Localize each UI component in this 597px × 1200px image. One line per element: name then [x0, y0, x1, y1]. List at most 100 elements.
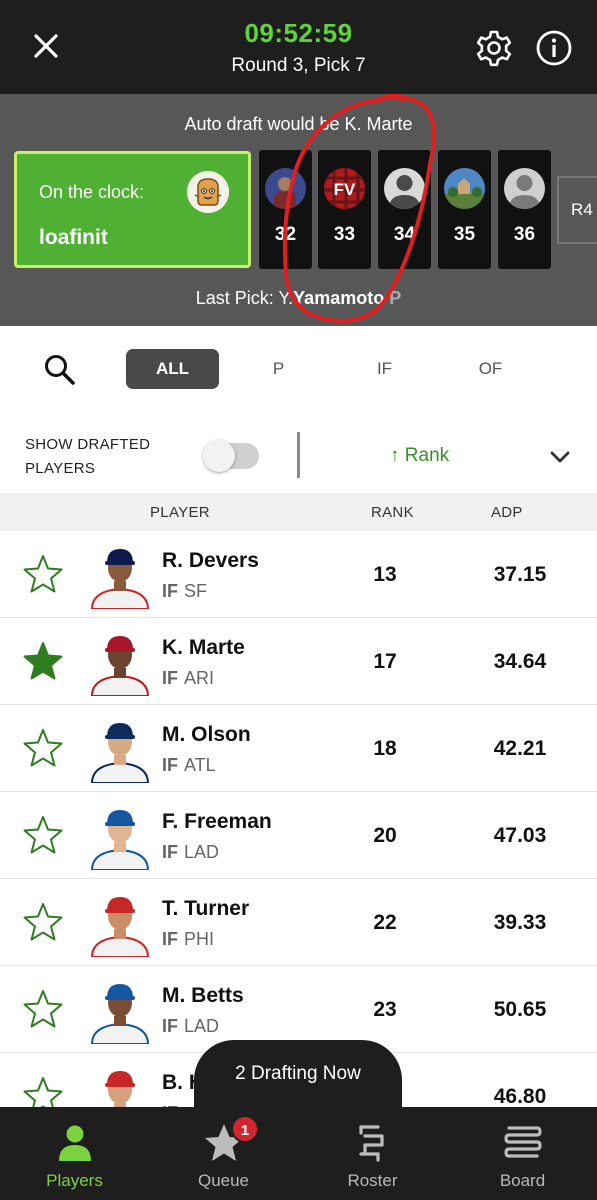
player-position-team: IF LAD — [162, 1016, 219, 1037]
draft-app: 09:52:59 Round 3, Pick 7 Auto draft woul… — [0, 0, 597, 1200]
player-position-team: IF LAD — [162, 842, 219, 863]
player-adp: 34.64 — [493, 650, 547, 673]
player-position-team: IF PHI — [162, 929, 214, 950]
player-rank: 23 — [373, 998, 397, 1021]
team-avatar — [444, 168, 485, 209]
nav-label: Queue — [197, 1171, 250, 1190]
player-position: IF — [162, 581, 178, 601]
player-headshot — [86, 628, 154, 696]
pick-card[interactable]: 35 — [438, 150, 491, 269]
player-row[interactable]: T. Turner IF PHI 22 39.33 — [0, 879, 597, 966]
bottom-nav: Players 1 Queue Roster Board — [0, 1107, 597, 1200]
star-icon[interactable] — [22, 727, 64, 769]
roster-icon — [348, 1119, 398, 1167]
player-headshot — [86, 976, 154, 1044]
gear-icon[interactable] — [474, 28, 514, 68]
person-icon — [50, 1119, 100, 1167]
last-pick-pos: P — [389, 288, 402, 308]
toggle-knob — [203, 440, 235, 472]
player-position-team: IF SF — [162, 581, 207, 602]
filter-tab-if[interactable]: IF — [338, 349, 431, 389]
star-icon[interactable] — [22, 814, 64, 856]
player-team: LAD — [184, 1016, 220, 1036]
on-the-clock-card: On the clock: loafinit — [14, 151, 251, 268]
rank-column-header[interactable]: RANK — [371, 504, 414, 521]
show-drafted-toggle[interactable] — [203, 440, 259, 472]
player-adp: 39.33 — [493, 911, 547, 934]
nav-roster[interactable]: Roster — [298, 1107, 447, 1200]
player-position-team: IF ATL — [162, 755, 216, 776]
filter-tab-all[interactable]: ALL — [126, 349, 219, 389]
pick-number: 34 — [393, 224, 416, 245]
player-position-team: IF ARI — [162, 668, 214, 689]
sort-select[interactable]: ↑ Rank — [340, 443, 570, 473]
on-clock-label: On the clock: — [39, 182, 145, 202]
chevron-down-icon — [548, 445, 572, 469]
player-row[interactable]: R. Devers IF SF 13 37.15 — [0, 531, 597, 618]
player-rank: 22 — [373, 911, 397, 934]
show-drafted-label: SHOW DRAFTED PLAYERS — [25, 436, 151, 477]
player-row[interactable]: K. Marte IF ARI 17 34.64 — [0, 618, 597, 705]
player-team: SF — [184, 581, 208, 601]
table-header: PLAYER RANK ADP — [0, 493, 597, 531]
pick-card[interactable]: 32 — [259, 150, 312, 269]
nav-queue[interactable]: 1 Queue — [149, 1107, 298, 1200]
star-icon[interactable] — [22, 640, 64, 682]
player-adp: 47.03 — [493, 824, 547, 847]
player-row[interactable]: M. Olson IF ATL 18 42.21 — [0, 705, 597, 792]
player-adp: 37.15 — [493, 563, 547, 586]
player-team: LAD — [184, 842, 220, 862]
queue-badge: 1 — [231, 1115, 259, 1143]
nav-board[interactable]: Board — [448, 1107, 597, 1200]
player-name: M. Olson — [162, 723, 251, 746]
pick-number: 35 — [453, 224, 476, 245]
nav-label: Roster — [347, 1171, 398, 1190]
pick-number: 36 — [513, 224, 536, 245]
player-name: K. Marte — [162, 636, 245, 659]
top-header: 09:52:59 Round 3, Pick 7 — [0, 0, 597, 94]
filter-tab-p[interactable]: P — [232, 349, 325, 389]
player-rank: 13 — [373, 563, 397, 586]
last-pick-label: Last Pick: — [195, 288, 274, 308]
nav-players[interactable]: Players — [0, 1107, 149, 1200]
player-name: T. Turner — [162, 897, 250, 920]
team-avatar: FV — [324, 168, 365, 209]
last-pick: Last Pick: Y.Yamamoto P — [0, 288, 597, 309]
player-headshot — [86, 541, 154, 609]
player-team: ARI — [184, 668, 215, 688]
nav-label: Players — [46, 1171, 103, 1190]
last-pick-initial: Y. — [278, 288, 294, 308]
player-adp: 50.65 — [493, 998, 547, 1021]
star-icon[interactable] — [22, 553, 64, 595]
pick-card[interactable]: 36 — [498, 150, 551, 269]
player-position: IF — [162, 929, 178, 949]
filter-tab-of[interactable]: OF — [444, 349, 537, 389]
next-round-tab[interactable]: R4 — [557, 176, 597, 244]
player-headshot — [86, 802, 154, 870]
player-position: IF — [162, 1016, 178, 1036]
user-avatar — [187, 171, 229, 213]
player-row[interactable]: F. Freeman IF LAD 20 47.03 — [0, 792, 597, 879]
default-avatar-icon — [384, 168, 425, 209]
player-adp: 46.80 — [493, 1085, 547, 1108]
auto-draft-text: Auto draft would be K. Marte — [184, 114, 413, 134]
default-avatar-icon — [504, 168, 545, 209]
star-icon[interactable] — [22, 901, 64, 943]
player-adp: 42.21 — [493, 737, 547, 760]
player-headshot — [86, 889, 154, 957]
player-column-header[interactable]: PLAYER — [150, 504, 210, 521]
player-team: PHI — [184, 929, 215, 949]
pick-card[interactable]: FV 33 — [318, 150, 371, 269]
player-rank: 18 — [373, 737, 397, 760]
search-icon[interactable] — [40, 350, 78, 388]
adp-column-header[interactable]: ADP — [491, 504, 523, 521]
team-avatar — [265, 168, 306, 209]
pick-card[interactable]: 34 — [378, 150, 431, 269]
team-avatar-text: FV — [334, 180, 356, 199]
star-icon[interactable] — [22, 988, 64, 1030]
divider — [297, 432, 300, 478]
info-icon[interactable] — [534, 28, 574, 68]
board-icon — [498, 1119, 548, 1167]
player-name: R. Devers — [162, 549, 259, 572]
sort-label: ↑ Rank — [390, 445, 450, 466]
